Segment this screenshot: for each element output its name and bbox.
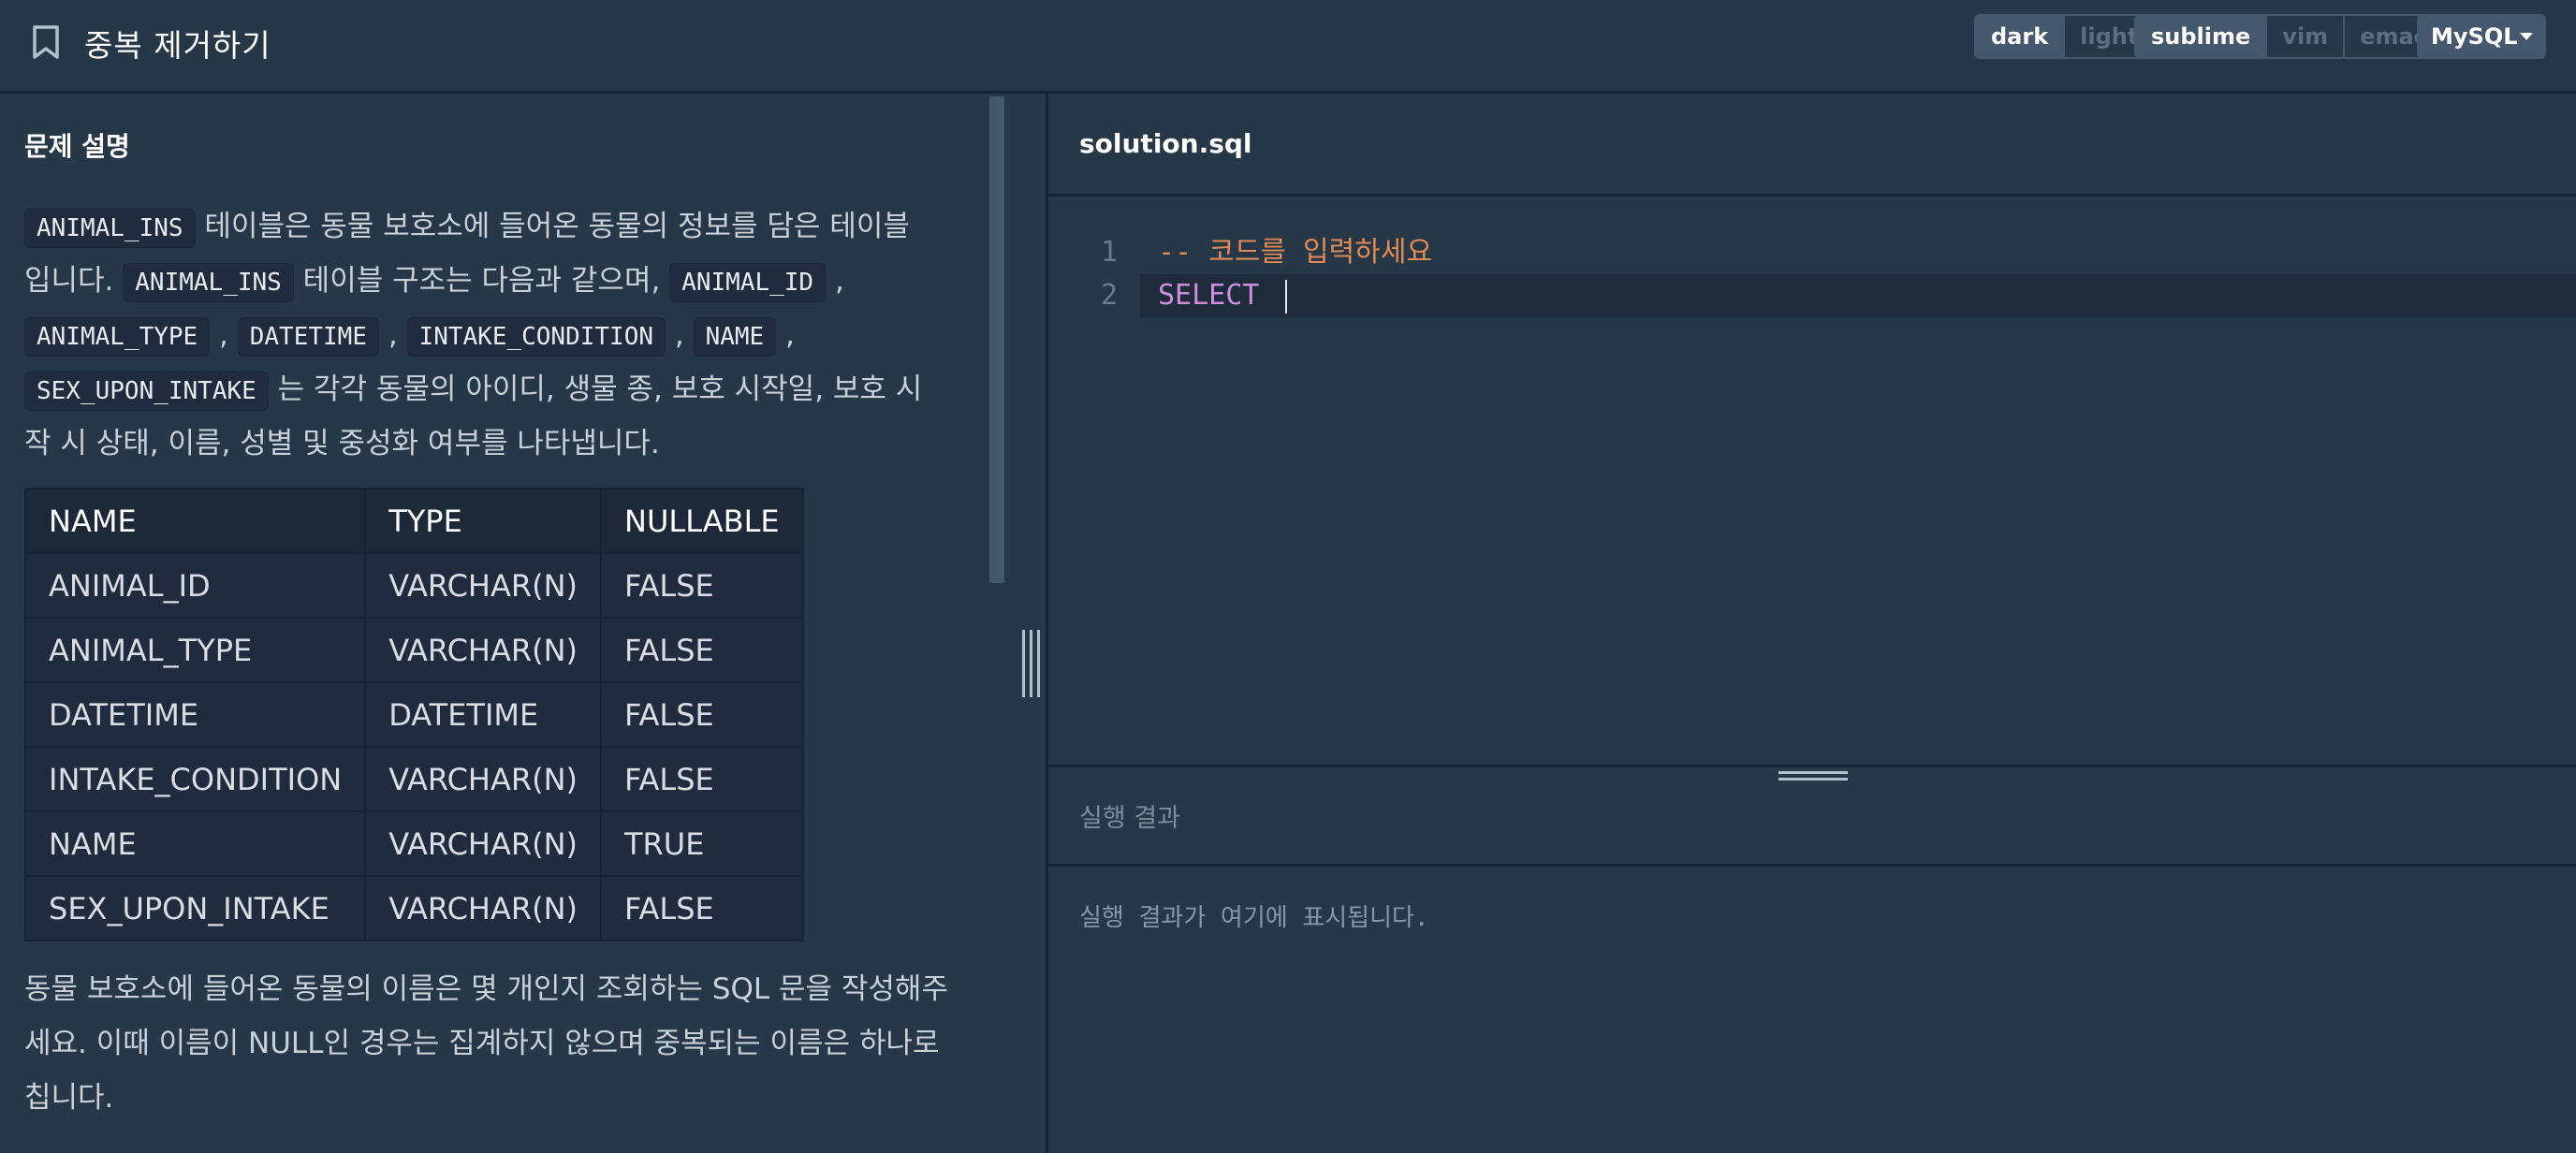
code-token: DATETIME: [237, 317, 379, 357]
table-cell: VARCHAR(N): [364, 617, 602, 683]
table-cell: VARCHAR(N): [364, 810, 602, 877]
problem-question: 동물 보호소에 들어온 동물의 이름은 몇 개인지 조회하는 SQL 문을 작성…: [24, 962, 970, 1125]
top-bar: 중복 제거하기 dark light sublime vim emacs MyS…: [0, 0, 2576, 94]
table-cell: SEX_UPON_INTAKE: [23, 875, 367, 941]
vertical-resize-handle[interactable]: [1022, 630, 1041, 697]
table-header-cell: TYPE: [364, 488, 602, 554]
code-keyword: SELECT: [1158, 279, 1277, 312]
keymap-vim-button[interactable]: vim: [2267, 16, 2346, 57]
code-comment: -- 코드를 입력하세요: [1158, 236, 1433, 269]
code-token: ANIMAL_INS: [24, 209, 196, 248]
intro-text: 작 시 상태, 이름, 성별 및 중성화 여부를 나타냅니다.: [24, 427, 660, 460]
code-token: ANIMAL_INS: [123, 263, 294, 302]
code-token: SEX_UPON_INTAKE: [24, 372, 269, 411]
schema-table: NAME TYPE NULLABLE ANIMAL_ID VARCHAR(N) …: [23, 488, 804, 941]
text-cursor: [1285, 280, 1287, 314]
table-header-cell: NAME: [23, 488, 367, 554]
code-editor[interactable]: 1 -- 코드를 입력하세요 2 SELECT: [1048, 197, 2576, 765]
table-cell: INTAKE_CONDITION: [23, 746, 367, 812]
table-header-row: NAME TYPE NULLABLE: [23, 488, 804, 554]
intro-text: 는 각각 동물의 아이디, 생물 종, 보호 시작일, 보호 시: [268, 372, 923, 406]
problem-scrollbar[interactable]: [989, 96, 1004, 583]
code-token: ANIMAL_ID: [669, 263, 827, 302]
language-dropdown[interactable]: MySQL: [2417, 14, 2546, 59]
table-cell: VARCHAR(N): [364, 746, 602, 812]
keymap-toggle: sublime vim emacs: [2134, 14, 2458, 59]
bookmark-icon[interactable]: [31, 24, 61, 60]
table-row: ANIMAL_ID VARCHAR(N) FALSE: [23, 552, 804, 619]
intro-text: ,: [210, 318, 238, 352]
intro-text: ,: [666, 318, 694, 352]
line-number: 1: [1101, 236, 1119, 269]
table-row: ANIMAL_TYPE VARCHAR(N) FALSE: [23, 617, 804, 683]
section-title: 문제 설명: [24, 131, 130, 162]
intro-text: 테이블 구조는 다음과 같으며,: [293, 264, 670, 298]
table-cell: VARCHAR(N): [364, 552, 602, 619]
table-cell: DATETIME: [23, 681, 367, 748]
keymap-sublime-button[interactable]: sublime: [2136, 16, 2268, 57]
table-cell: ANIMAL_ID: [23, 552, 367, 619]
table-cell: FALSE: [600, 617, 804, 683]
table-row: INTAKE_CONDITION VARCHAR(N) FALSE: [23, 746, 804, 812]
result-header: 실행 결과: [1048, 767, 2576, 867]
page-title: 중복 제거하기: [84, 27, 271, 64]
question-line: 세요. 이때 이름이 NULL인 경우는 집계하지 않으며 중복되는 이름은 하…: [24, 1027, 940, 1060]
theme-toggle: dark light: [1974, 14, 2156, 59]
table-cell: DATETIME: [364, 681, 602, 748]
table-row: NAME VARCHAR(N) TRUE: [23, 810, 804, 877]
question-line: 칩니다.: [24, 1081, 114, 1115]
code-token: ANIMAL_TYPE: [24, 317, 211, 357]
table-row: SEX_UPON_INTAKE VARCHAR(N) FALSE: [23, 875, 804, 941]
question-line: 동물 보호소에 들어온 동물의 이름은 몇 개인지 조회하는 SQL 문을 작성…: [24, 972, 948, 1006]
caret-down-icon: [2520, 33, 2533, 40]
intro-text: ,: [776, 318, 795, 352]
language-label: MySQL: [2431, 23, 2518, 50]
intro-text: ,: [378, 318, 407, 352]
table-header-cell: NULLABLE: [600, 488, 804, 554]
result-placeholder: 실행 결과가 여기에 표시됩니다.: [1079, 904, 1429, 932]
editor-line: 1 -- 코드를 입력하세요: [1048, 231, 2576, 274]
editor-file-bar: solution.sql: [1048, 96, 2576, 197]
code-token: INTAKE_CONDITION: [406, 317, 666, 357]
result-title: 실행 결과: [1079, 804, 1180, 833]
code-token: NAME: [693, 317, 777, 357]
problem-panel: 문제 설명 ANIMAL_INS 테이블은 동물 보호소에 들어온 동물의 정보…: [0, 96, 1046, 1153]
table-row: DATETIME DATETIME FALSE: [23, 681, 804, 748]
table-cell: ANIMAL_TYPE: [23, 617, 367, 683]
theme-dark-button[interactable]: dark: [1976, 16, 2066, 57]
table-cell: FALSE: [600, 681, 804, 748]
table-cell: NAME: [23, 810, 367, 877]
table-cell: VARCHAR(N): [364, 875, 602, 941]
table-cell: FALSE: [600, 875, 804, 941]
intro-text: 입니다.: [24, 264, 124, 298]
table-cell: TRUE: [600, 810, 804, 877]
intro-text: ,: [826, 264, 844, 298]
line-number: 2: [1101, 279, 1119, 312]
intro-text: 테이블은 동물 보호소에 들어온 동물의 정보를 담은 테이블: [195, 210, 910, 243]
table-cell: FALSE: [600, 746, 804, 812]
problem-intro: ANIMAL_INS 테이블은 동물 보호소에 들어온 동물의 정보를 담은 테…: [24, 199, 970, 471]
table-cell: FALSE: [600, 552, 804, 619]
editor-line: 2 SELECT: [1048, 274, 2576, 317]
file-name: solution.sql: [1079, 128, 1252, 159]
